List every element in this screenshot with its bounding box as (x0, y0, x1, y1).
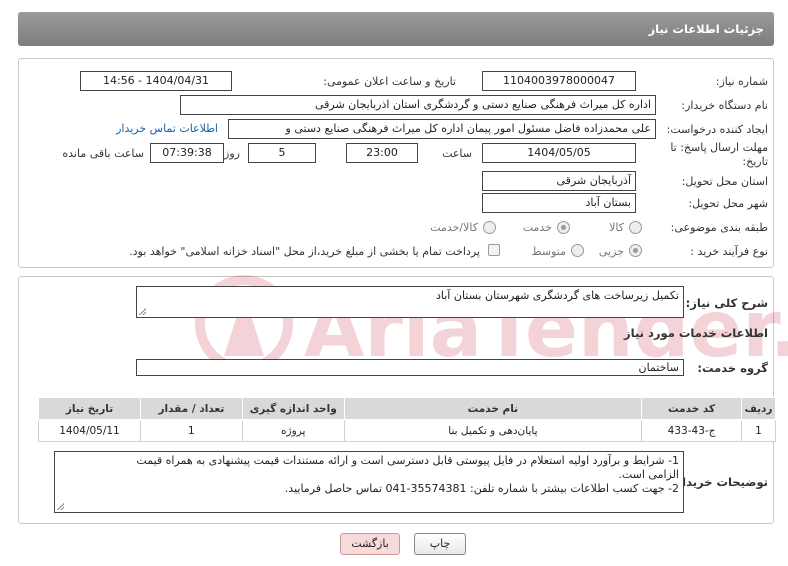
buyer-notes-field[interactable]: 1- شرایط و برآورد اولیه استعلام در فایل … (54, 451, 684, 513)
service-group-label: گروه خدمت: (697, 361, 768, 375)
service-group-field[interactable]: ساختمان (136, 359, 684, 376)
city-label: شهر محل تحویل: (688, 197, 768, 210)
deadline-time-label: ساعت (442, 147, 472, 160)
page-container: جزئیات اطلاعات نیاز شماره نیاز: 11040039… (4, 4, 788, 562)
category-radio-goods[interactable] (629, 221, 642, 234)
col-header-service-name: نام خدمت (343, 397, 643, 420)
deadline-label: مهلت ارسال پاسخ: تا تاریخ: (670, 141, 768, 168)
back-button[interactable]: بازگشت (340, 533, 400, 555)
buyer-notes-line-3: 2- جهت کسب اطلاعات بیشتر با شماره تلفن: … (284, 482, 679, 495)
page-title: جزئیات اطلاعات نیاز (18, 12, 774, 46)
remaining-time-field[interactable]: 07:39:38 (150, 143, 224, 163)
announce-date-field[interactable]: 1404/04/31 - 14:56 (80, 71, 232, 91)
summary-text: تکمیل زیرساخت های گردشگری شهرستان بستان … (436, 289, 679, 302)
resize-handle-icon[interactable] (57, 503, 64, 510)
category-option-service: خدمت (522, 221, 552, 234)
buyer-org-label: نام دستگاه خریدار: (681, 99, 768, 112)
remaining-time-label: ساعت باقی مانده (62, 147, 144, 160)
days-field[interactable]: 5 (248, 143, 316, 163)
category-option-goods-service: کالا/خدمت (430, 221, 478, 234)
province-field[interactable]: آذربایجان شرقی (482, 171, 636, 191)
services-heading: اطلاعات خدمات مورد نیاز (624, 326, 768, 340)
deadline-date-field[interactable]: 1404/05/05 (482, 143, 636, 163)
need-number-label: شماره نیاز: (715, 75, 768, 88)
requester-label: ایجاد کننده درخواست: (666, 123, 768, 136)
print-button[interactable]: چاپ (414, 533, 466, 555)
requester-field[interactable]: علی محمدزاده فاضل مسئول امور پیمان اداره… (228, 119, 656, 139)
col-header-quantity: تعداد / مقدار (139, 397, 243, 420)
table-row[interactable]: 1 ج-43-433 پایان‌دهی و تکمیل بنا پروژه 1… (38, 419, 776, 442)
deadline-time-field[interactable]: 23:00 (346, 143, 418, 163)
cell-service-code: ج-43-433 (641, 419, 743, 442)
process-radio-minor[interactable] (629, 244, 642, 257)
buyer-notes-line-1: 1- شرایط و برآورد اولیه استعلام در فایل … (136, 454, 679, 467)
buyer-org-field[interactable]: اداره کل میراث فرهنگی صنایع دستی و گردشگ… (180, 95, 656, 115)
cell-row-number: 1 (741, 419, 776, 442)
province-label: استان محل تحویل: (681, 175, 768, 188)
cell-unit: پروژه (241, 419, 345, 442)
buyer-contact-link[interactable]: اطلاعات تماس خریدار (116, 122, 218, 135)
city-field[interactable]: بستان آباد (482, 193, 636, 213)
process-option-minor: جزیی (598, 245, 624, 258)
table-header-row: ردیف کد خدمت نام خدمت واحد اندازه گیری ت… (38, 397, 776, 420)
buyer-notes-line-2: الزامی است. (618, 468, 679, 481)
process-label: نوع فرآیند خرید : (690, 245, 768, 258)
cell-service-name: پایان‌دهی و تکمیل بنا (343, 419, 643, 442)
col-header-unit: واحد اندازه گیری (241, 397, 345, 420)
col-header-row-number: ردیف (741, 397, 776, 420)
category-label: طبقه بندی موضوعی: (670, 221, 768, 234)
category-radio-goods-service[interactable] (483, 221, 496, 234)
need-number-field[interactable]: 1104003978000047 (482, 71, 636, 91)
treasury-payment-checkbox[interactable] (488, 244, 500, 256)
process-radio-medium[interactable] (571, 244, 584, 257)
buyer-notes-label: توضیحات خریدار: (670, 475, 768, 489)
resize-handle-icon[interactable] (139, 308, 146, 315)
summary-field[interactable]: تکمیل زیرساخت های گردشگری شهرستان بستان … (136, 286, 684, 318)
cell-need-date: 1404/05/11 (38, 419, 141, 442)
services-table: ردیف کد خدمت نام خدمت واحد اندازه گیری ت… (38, 397, 776, 442)
summary-label: شرح کلی نیاز: (685, 296, 768, 310)
treasury-payment-note: پرداخت تمام یا بخشی از مبلغ خرید،از محل … (129, 245, 480, 258)
cell-quantity: 1 (139, 419, 243, 442)
col-header-service-code: کد خدمت (641, 397, 743, 420)
category-radio-service[interactable] (557, 221, 570, 234)
announce-date-label: تاریخ و ساعت اعلان عمومی: (323, 75, 456, 88)
category-option-goods: کالا (609, 221, 624, 234)
process-option-medium: متوسط (531, 245, 566, 258)
col-header-need-date: تاریخ نیاز (38, 397, 141, 420)
